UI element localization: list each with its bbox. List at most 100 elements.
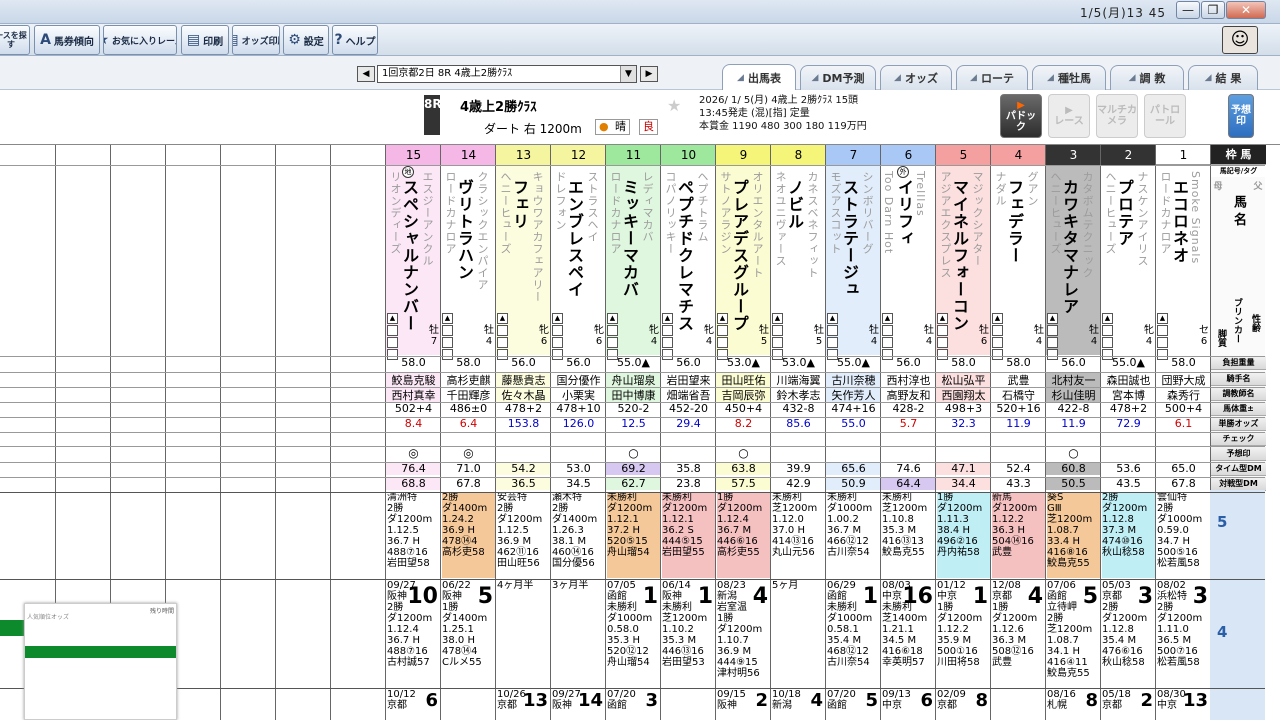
trainer-name[interactable]: 西村真幸 — [386, 387, 441, 403]
tab-rote[interactable]: ◢ ローテ — [956, 65, 1028, 90]
maximize-button[interactable]: ❐ — [1201, 1, 1225, 19]
close-button[interactable]: ✕ — [1226, 1, 1266, 19]
jockey-name[interactable]: 西村淳也 — [881, 372, 936, 388]
prediction-mark[interactable]: ○ — [1046, 446, 1101, 460]
horse-name[interactable]: ペプチドクレマチス — [674, 179, 694, 347]
horse-name[interactable]: イリフィ — [894, 179, 914, 347]
race-video-button[interactable]: ▶ レース — [1048, 94, 1090, 138]
horse-name-area[interactable]: ロードカナロア ヴリトラハン クラシックエンパイア ▲ 牡4 — [441, 165, 496, 360]
horse-name[interactable]: プロテア — [1114, 179, 1134, 347]
trainer-name[interactable]: 小栗実 — [551, 387, 606, 403]
check-cell[interactable] — [936, 432, 991, 446]
horse-name-area[interactable]: アジアエクスプレス マイネルフォーコン マジックシアター ▲ 牡6 — [936, 165, 991, 360]
check-cell[interactable] — [716, 432, 771, 446]
race-history-2[interactable]: 08/02 浜松特 2勝 ダ1200m 1.11.0 36.5 M 500⑦16 松若風58 … — [1157, 580, 1210, 687]
horse-name-area[interactable]: ドレフォン エンブレスペイ ストラスヘイ ▲ 牝6 — [551, 165, 606, 360]
trainer-name[interactable]: 矢作芳人 — [826, 387, 881, 403]
jockey-name[interactable]: 森田誠也 — [1101, 372, 1156, 388]
tab-odds[interactable]: ◢ オッズ — [880, 65, 952, 90]
odds-print-button[interactable]: ▤オッズ印刷 — [232, 25, 280, 55]
race-history-3[interactable]: 09/13 中京 6 — [882, 689, 935, 720]
horse-name[interactable]: エンブレスペイ — [564, 179, 584, 347]
trainer-name[interactable]: 千田輝彦 — [441, 387, 496, 403]
check-cell[interactable] — [881, 432, 936, 446]
jockey-name[interactable]: 国分優作 — [551, 372, 606, 388]
race-history-2[interactable]: 01/12 中京 1勝 ダ1200m 1.12.2 35.9 M 500①16 川田将58 1 — [937, 580, 990, 687]
race-select[interactable]: 1回京都2日 8R 4歳上2勝ｸﾗｽ ▼ — [377, 65, 637, 83]
race-history-3[interactable]: 09/27 阪神 14 — [552, 689, 605, 720]
race-history-1[interactable]: 清洲特 2勝 ダ1200m 1.12.5 36.7 H 488⑦16 岩田望58 — [387, 492, 440, 578]
race-history-1[interactable]: 葵S GⅢ 芝1200m 1.08.7 33.4 H 416⑧16 鮫島克55 — [1047, 492, 1100, 578]
horse-name-area[interactable]: コパノリッキー ペプチドクレマチス ヘプチトラム ▲ 牝4 — [661, 165, 716, 360]
trainer-name[interactable]: 石橋守 — [991, 387, 1046, 403]
jockey-name[interactable]: 舟山瑠泉 — [606, 372, 661, 388]
horse-name-area[interactable]: ロードカナロア ミッキーマカバ レディマカバ ▲ 牝4 — [606, 165, 661, 360]
preview-popup[interactable]: 残り時間 人気順位オッズ — [24, 603, 177, 720]
jockey-name[interactable]: 武豊 — [991, 372, 1046, 388]
race-history-2[interactable]: 5ヶ月 — [772, 580, 825, 687]
tab-result[interactable]: ◢ 結 果 — [1188, 65, 1258, 90]
horse-name[interactable]: スペシャルナンバー — [399, 179, 419, 347]
jockey-name[interactable]: 松山弘平 — [936, 372, 991, 388]
horse-name-area[interactable]: ネオユニヴァース ノビル カネスベネフィット ▲ 牡5 — [771, 165, 826, 360]
jockey-name[interactable]: 鮫島克駿 — [386, 372, 441, 388]
trainer-name[interactable]: 高野友和 — [881, 387, 936, 403]
race-history-3[interactable]: 02/09 京都 8 — [937, 689, 990, 720]
betting-trend-button[interactable]: A 馬券傾向 — [34, 25, 100, 55]
race-history-1[interactable]: 未勝利 ダ1000m 1.00.2 36.7 M 466⑫12 古川奈54 — [827, 492, 880, 578]
horse-name[interactable]: フェリ — [509, 179, 529, 347]
trainer-name[interactable]: 杉山佳明 — [1046, 387, 1101, 403]
horse-name-area[interactable]: ナダル フェデラー グアン ▲ 牡4 — [991, 165, 1046, 360]
jockey-name[interactable]: 古川奈穂 — [826, 372, 881, 388]
horse-name-area[interactable]: モズアスコット ストラテージュ シンボリバーグ ▲ 牡4 — [826, 165, 881, 360]
horse-name-area[interactable]: ヘニーヒューズ フェリ キョウワアカフェアリー ▲ 牝6 — [496, 165, 551, 360]
race-history-2[interactable]: 12/08 京都 1勝 ダ1200m 1.12.6 36.3 M 508⑫16 武豊 4 — [992, 580, 1045, 687]
race-history-2[interactable]: 06/14 阪神 未勝利 芝1200m 1.10.2 35.3 M 446⑬16 岩田望53 … — [662, 580, 715, 687]
prediction-mark[interactable]: ○ — [716, 446, 771, 460]
race-history-3[interactable]: 10/18 新潟 4 — [772, 689, 825, 720]
race-history-3[interactable]: 07/20 函館 5 — [827, 689, 880, 720]
race-history-1[interactable]: 1勝 ダ1200m 1.11.3 38.4 H 496②16 丹内祐58 — [937, 492, 990, 578]
trainer-name[interactable]: 吉岡辰弥 — [716, 387, 771, 403]
trainer-name[interactable]: 畑端省吾 — [661, 387, 716, 403]
prediction-mark-button[interactable]: 予想印 — [1228, 94, 1254, 138]
horse-name[interactable]: エコロネオ — [1169, 179, 1189, 347]
print-button[interactable]: ▤ 印刷 — [181, 25, 229, 55]
race-history-1[interactable]: 瀬木特 2勝 ダ1400m 1.26.3 38.1 M 460⑭16 国分優56 — [552, 492, 605, 578]
race-history-1[interactable]: 未勝利 芝1200m 1.12.0 37.0 H 414⑬16 丸山元56 — [772, 492, 825, 578]
race-history-1[interactable]: 安芸特 2勝 ダ1200m 1.12.5 36.9 M 462⑪16 田山旺56 — [497, 492, 550, 578]
race-history-3[interactable]: 10/26 京都 13 — [497, 689, 550, 720]
check-cell[interactable] — [991, 432, 1046, 446]
check-cell[interactable] — [496, 432, 551, 446]
jockey-name[interactable]: 岩田望来 — [661, 372, 716, 388]
horse-name[interactable]: マイネルフォーコン — [949, 179, 969, 347]
check-cell[interactable] — [1046, 432, 1101, 446]
jockey-name[interactable]: 藤懸貴志 — [496, 372, 551, 388]
race-history-2[interactable]: 09/27 阪神 2勝 ダ1200m 1.12.4 36.7 H 488⑦16 古村誠57 1… — [387, 580, 440, 687]
check-cell[interactable] — [441, 432, 496, 446]
trainer-name[interactable]: 森秀行 — [1156, 387, 1211, 403]
check-cell[interactable] — [826, 432, 881, 446]
favorite-race-button[interactable]: ★お気に入りレース — [103, 25, 177, 55]
race-history-2[interactable]: 07/05 函館 未勝利 ダ1000m 0.58.0 35.3 H 520⑫12 舟山瑠54 … — [607, 580, 660, 687]
check-cell[interactable] — [551, 432, 606, 446]
race-history-2[interactable]: 08/23 新潟 岩室温 1勝 ダ1200m 1.10.7 36.9 M 444⑨15 津村明5… — [717, 580, 770, 687]
race-history-3[interactable]: 07/20 函館 3 — [607, 689, 660, 720]
race-history-1[interactable]: 未勝利 芝1200m 1.10.8 35.3 M 416⑬13 鮫島克55 — [882, 492, 935, 578]
race-history-3[interactable] — [992, 689, 1045, 720]
race-history-2[interactable]: 07/06 函館 立待岬 2勝 芝1200m 1.08.7 34.1 H 416④11 鮫島克5… — [1047, 580, 1100, 687]
horse-name[interactable]: ミッキーマカバ — [619, 179, 639, 347]
race-history-2[interactable]: 3ヶ月半 — [552, 580, 605, 687]
mascot-icon[interactable]: ☺ — [1222, 26, 1258, 54]
race-history-1[interactable]: 新馬 ダ1200m 1.12.2 36.3 H 504⑭16 武豊 — [992, 492, 1045, 578]
check-cell[interactable] — [1156, 432, 1211, 446]
jockey-name[interactable]: 高杉吏麒 — [441, 372, 496, 388]
favorite-star-icon[interactable]: ★ — [667, 96, 681, 115]
horse-name-area[interactable]: ロードカナロア エコロネオ Smoke Signals ▲ セ6 — [1156, 165, 1211, 360]
check-cell[interactable] — [1101, 432, 1156, 446]
race-history-1[interactable]: 2勝 ダ1400m 1.24.2 36.9 H 478⑭4 高杉吏58 — [442, 492, 495, 578]
race-history-1[interactable]: 雲仙特 2勝 ダ1000m 0.59.0 34.7 H 500⑤16 松若風58 — [1157, 492, 1210, 578]
race-history-3[interactable]: 08/16 札幌 8 — [1047, 689, 1100, 720]
check-cell[interactable] — [606, 432, 661, 446]
race-history-2[interactable]: 05/03 京都 2勝 ダ1200m 1.12.8 35.4 M 476⑥16 秋山稔58 3 — [1102, 580, 1155, 687]
